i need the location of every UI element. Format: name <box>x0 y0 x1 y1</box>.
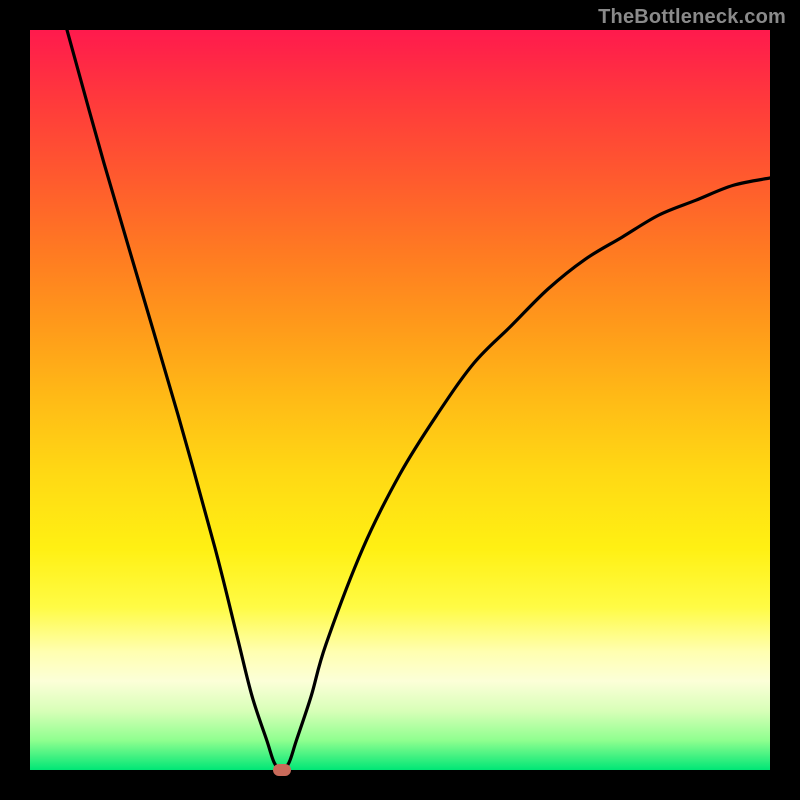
curve-svg <box>30 30 770 770</box>
bottleneck-curve-path <box>67 30 770 770</box>
plot-area <box>30 30 770 770</box>
watermark-text: TheBottleneck.com <box>598 6 786 29</box>
chart-frame: TheBottleneck.com <box>0 0 800 800</box>
optimal-point-marker <box>273 764 291 776</box>
